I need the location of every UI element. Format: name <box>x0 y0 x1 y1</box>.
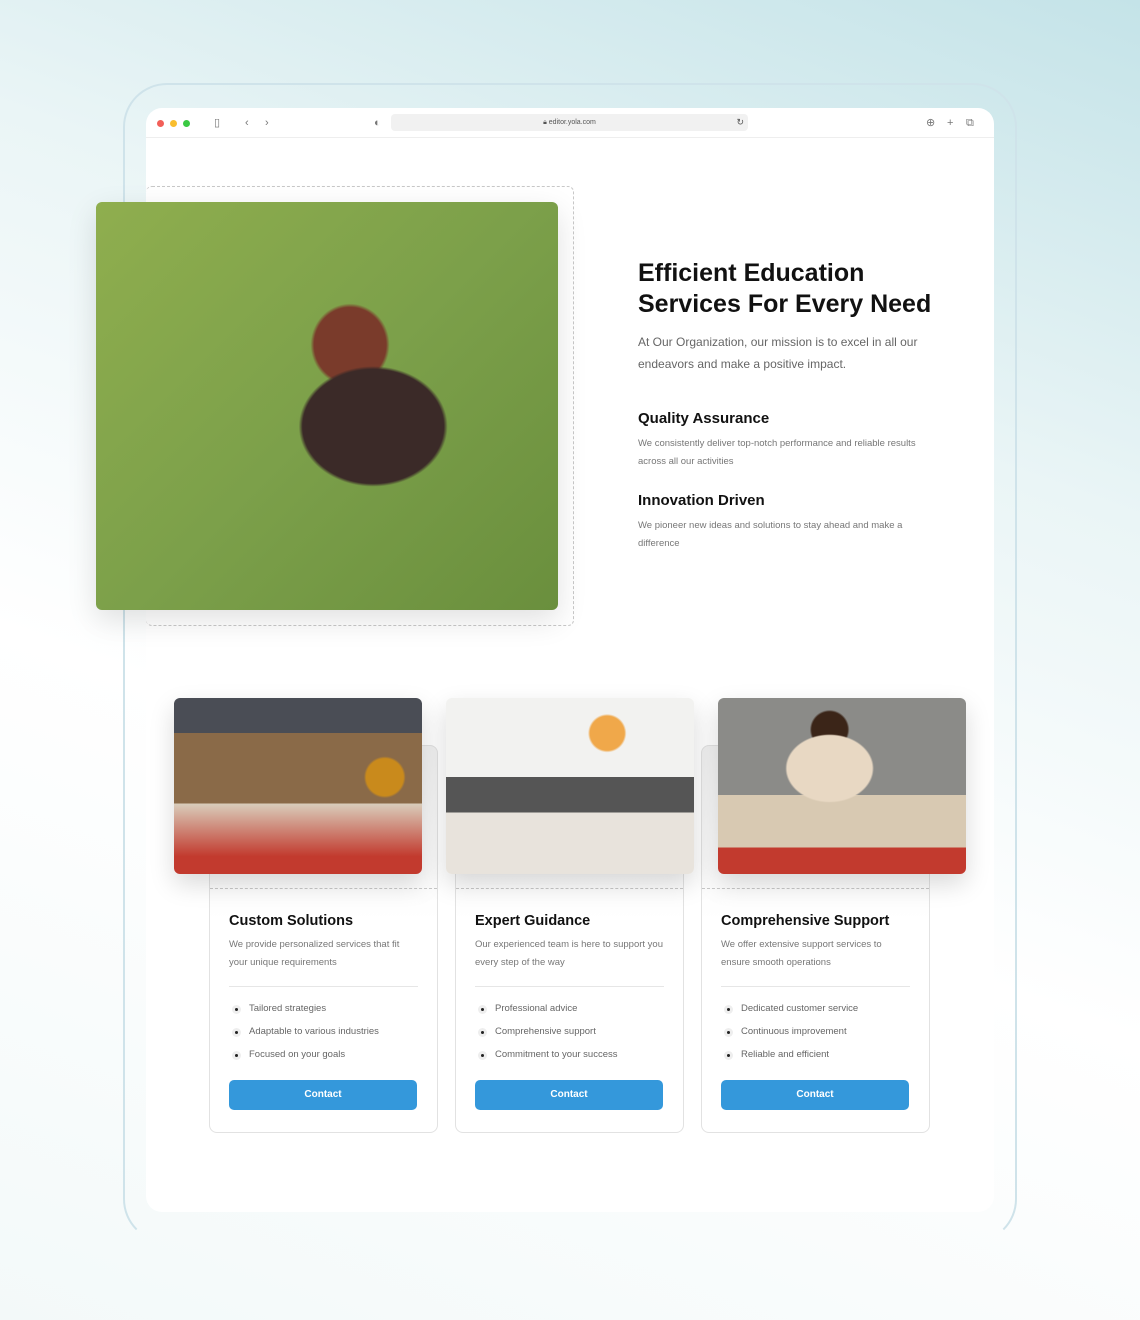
list-item: Commitment to your success <box>478 1049 617 1072</box>
card-title: Expert Guidance <box>475 913 591 929</box>
card-image <box>174 698 422 874</box>
card-image <box>446 698 694 874</box>
card-image <box>718 698 966 874</box>
close-dot[interactable] <box>157 120 164 127</box>
list-item: Dedicated customer service <box>724 1003 858 1026</box>
feature-text: We consistently deliver top-notch perfor… <box>638 438 916 467</box>
hero-image <box>96 202 558 610</box>
list-item: Professional advice <box>478 1003 617 1026</box>
card-title: Comprehensive Support <box>721 913 890 929</box>
reload-icon[interactable]: ↻ <box>736 114 744 131</box>
card-text: We provide personalized services that fi… <box>229 939 400 968</box>
back-icon[interactable]: ‹ <box>245 116 249 130</box>
contact-button[interactable]: Contact <box>721 1080 909 1110</box>
list-item: Tailored strategies <box>232 1003 379 1026</box>
sidebar-icon[interactable]: ▯ <box>214 116 220 130</box>
feature-text: We pioneer new ideas and solutions to st… <box>638 520 903 549</box>
contact-button[interactable]: Contact <box>229 1080 417 1110</box>
card-title: Custom Solutions <box>229 913 354 929</box>
url-text: editor.yola.com <box>548 119 596 126</box>
address-bar[interactable]: 🔒︎ editor.yola.com ↻ <box>391 114 748 131</box>
card-text: We offer extensive support services to e… <box>721 939 882 968</box>
hero-title: Efficient Education Services For Every N… <box>638 259 932 318</box>
list-item: Continuous improvement <box>724 1026 858 1049</box>
browser-toolbar: ▯ ‹ › ◐ 🔒︎ editor.yola.com ↻ ⊕ + ⧉ <box>146 108 994 138</box>
download-icon[interactable]: ⊕ <box>926 116 935 130</box>
list-item: Comprehensive support <box>478 1026 617 1049</box>
feature-title: Innovation Driven <box>638 492 765 509</box>
card-text: Our experienced team is here to support … <box>475 939 663 968</box>
maximize-dot[interactable] <box>183 120 190 127</box>
list-item: Focused on your goals <box>232 1049 379 1072</box>
list-item: Adaptable to various industries <box>232 1026 379 1049</box>
tabs-icon[interactable]: ⧉ <box>966 116 974 130</box>
forward-icon[interactable]: › <box>265 116 269 130</box>
new-tab-icon[interactable]: + <box>947 116 953 130</box>
feature-title: Quality Assurance <box>638 410 770 427</box>
shield-icon: ◐ <box>374 117 381 129</box>
list-item: Reliable and efficient <box>724 1049 858 1072</box>
hero-text: At Our Organization, our mission is to e… <box>638 335 918 371</box>
contact-button[interactable]: Contact <box>475 1080 663 1110</box>
minimize-dot[interactable] <box>170 120 177 127</box>
